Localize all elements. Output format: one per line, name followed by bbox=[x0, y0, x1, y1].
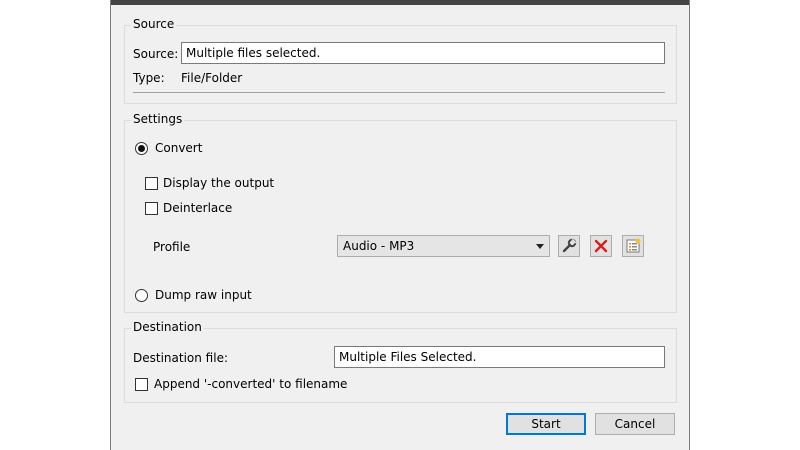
settings-group: Settings bbox=[124, 112, 677, 313]
profile-label: Profile bbox=[153, 240, 191, 254]
delete-x-icon bbox=[594, 239, 608, 253]
destination-file-input[interactable] bbox=[334, 346, 665, 368]
cancel-button[interactable]: Cancel bbox=[595, 413, 675, 435]
convert-dialog: Source Source: Type: File/Folder Setting… bbox=[110, 0, 690, 450]
new-profile-list-icon bbox=[626, 238, 641, 253]
dump-raw-radio[interactable] bbox=[135, 289, 148, 302]
delete-profile-button[interactable] bbox=[590, 235, 612, 257]
dump-raw-label[interactable]: Dump raw input bbox=[155, 288, 252, 302]
append-converted-label[interactable]: Append '-converted' to filename bbox=[154, 377, 347, 391]
display-output-checkbox[interactable] bbox=[145, 177, 158, 190]
display-output-label[interactable]: Display the output bbox=[163, 176, 274, 190]
append-converted-checkbox[interactable] bbox=[135, 378, 148, 391]
type-label: Type: bbox=[133, 71, 165, 85]
dropdown-arrow-icon bbox=[536, 244, 544, 249]
wrench-icon bbox=[562, 238, 577, 253]
profile-select-value: Audio - MP3 bbox=[343, 239, 415, 253]
title-bar-edge bbox=[111, 0, 689, 5]
profile-select[interactable]: Audio - MP3 bbox=[337, 235, 550, 257]
destination-file-label: Destination file: bbox=[133, 351, 228, 365]
deinterlace-label[interactable]: Deinterlace bbox=[163, 201, 232, 215]
start-button[interactable]: Start bbox=[506, 413, 586, 435]
edit-profile-button[interactable] bbox=[558, 235, 580, 257]
convert-radio-dot bbox=[138, 145, 145, 152]
source-input[interactable] bbox=[181, 42, 665, 64]
source-separator bbox=[133, 92, 665, 93]
convert-label[interactable]: Convert bbox=[155, 141, 202, 155]
settings-group-title: Settings bbox=[131, 112, 185, 126]
source-group-title: Source bbox=[131, 17, 177, 31]
convert-radio[interactable] bbox=[135, 142, 148, 155]
source-label: Source: bbox=[133, 47, 179, 61]
deinterlace-checkbox[interactable] bbox=[145, 202, 158, 215]
new-profile-button[interactable] bbox=[622, 235, 644, 257]
type-value: File/Folder bbox=[181, 71, 243, 85]
destination-group-title: Destination bbox=[131, 320, 204, 334]
